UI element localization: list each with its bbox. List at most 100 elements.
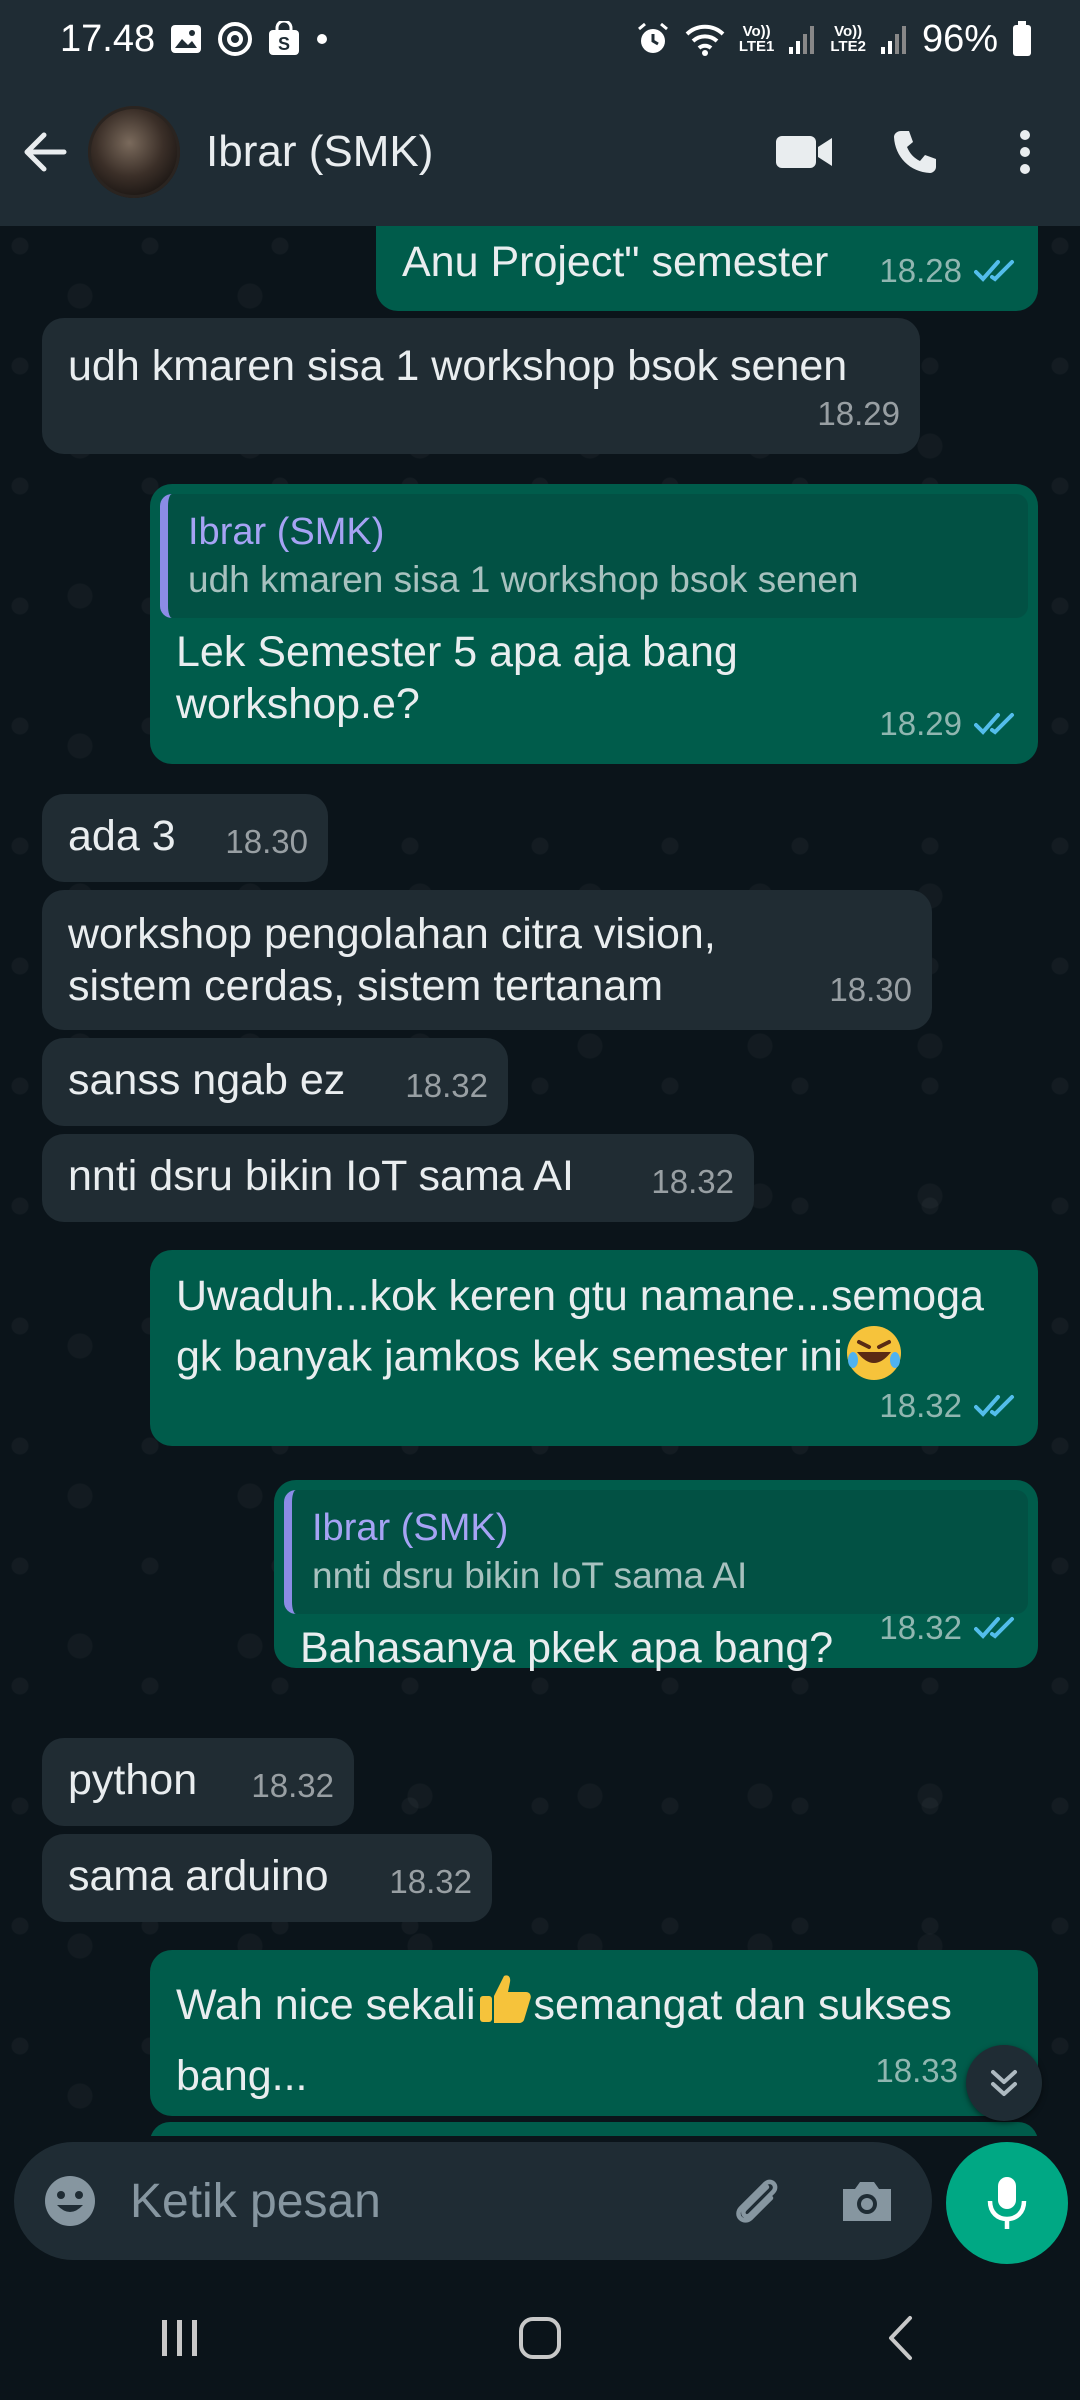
read-ticks-icon [974,1615,1018,1641]
message-meta: 18.32 [879,1602,1018,1654]
message-time: 18.32 [879,1609,962,1646]
voice-call-button[interactable] [860,102,970,202]
quoted-sender: Ibrar (SMK) [312,1507,509,1549]
status-bar-right: Vo)) LTE1 Vo)) LTE2 96% [635,18,1032,61]
recent-apps-icon [162,2320,197,2356]
status-time: 17.48 [60,17,156,60]
back-arrow-icon [24,132,67,172]
sync-notification-icon [217,21,253,57]
thumbs-up-emoji [476,1970,534,2045]
message-outgoing[interactable]: Wah nice sekali semangat dan sukses bang.… [150,1950,1038,2116]
svg-text:S: S [278,34,290,54]
message-outgoing-partial[interactable] [150,2122,1038,2136]
message-meta: 18.32 [405,1060,488,1112]
message-time: 18.32 [651,1163,734,1200]
contact-avatar[interactable] [88,106,180,198]
message-outgoing[interactable]: Anu Project" semester 18.28 [376,226,1038,311]
message-meta: 18.32 [389,1856,472,1908]
recent-apps-button[interactable] [110,2288,250,2388]
message-incoming[interactable]: udh kmaren sisa 1 workshop bsok senen 18… [42,318,920,454]
message-text: Uwaduh...kok keren gtu namane...semoga g… [176,1270,1012,1396]
paperclip-icon [736,2179,778,2223]
sim2-volte: Vo)) [834,23,863,40]
chat-header: Ibrar (SMK) [0,78,1080,226]
read-ticks-icon [974,1393,1018,1419]
camera-icon [843,2182,891,2221]
quoted-text: udh kmaren sisa 1 workshop bsok senen [188,559,859,600]
system-navigation-bar [0,2276,1080,2400]
signal-sim1-icon [788,23,816,55]
home-icon [519,2317,561,2359]
shop-notification-icon: S [267,21,301,57]
sim1-volte: Vo)) [742,23,771,40]
chat-messages[interactable]: Anu Project" semester 18.28 udh kmaren s… [0,226,1080,2136]
attach-button[interactable] [702,2151,812,2251]
quoted-message[interactable]: Ibrar (SMK) udh kmaren sisa 1 workshop b… [160,494,1028,618]
more-notifications-dot-icon [315,32,329,46]
microphone-icon [987,2177,1027,2229]
emoji-icon [45,2176,95,2226]
quoted-message[interactable]: Ibrar (SMK) nnti dsru bikin IoT sama AI [284,1490,1028,1614]
camera-button[interactable] [812,2151,922,2251]
message-text: workshop pengolahan citra vision, sistem… [68,910,716,1010]
status-bar-left: 17.48 S [60,18,329,61]
message-input[interactable]: Ketik pesan [130,2174,702,2229]
message-time: 18.29 [817,395,900,432]
message-meta: 18.33 [875,2040,958,2102]
message-meta: 18.29 [817,388,900,440]
read-ticks-icon [974,711,1018,737]
back-button[interactable] [2,102,88,202]
signal-sim2-icon [880,23,908,55]
message-outgoing-reply[interactable]: Ibrar (SMK) nnti dsru bikin IoT sama AI … [274,1480,1038,1672]
wifi-icon [685,22,725,56]
voice-message-button[interactable] [946,2142,1068,2264]
system-back-button[interactable] [830,2288,970,2388]
message-meta: 18.32 [879,1380,1018,1432]
system-back-icon [889,2316,912,2360]
message-meta: 18.29 [879,698,1018,750]
scroll-to-bottom-button[interactable] [966,2045,1042,2121]
quoted-sender: Ibrar (SMK) [188,511,385,553]
message-time: 18.28 [879,252,962,289]
home-button[interactable] [470,2288,610,2388]
message-incoming[interactable]: workshop pengolahan citra vision, sistem… [42,890,932,1030]
message-time: 18.32 [389,1863,472,1900]
message-time: 18.29 [879,705,962,742]
message-incoming[interactable]: nnti dsru bikin IoT sama AI 18.32 [42,1134,754,1222]
message-text: udh kmaren sisa 1 workshop bsok senen [68,342,848,390]
contact-name[interactable]: Ibrar (SMK) [206,127,750,177]
message-meta: 18.30 [225,816,308,868]
quoted-text: nnti dsru bikin IoT sama AI [312,1555,748,1596]
gallery-notification-icon [169,22,203,56]
message-meta: 18.30 [829,964,912,1016]
video-call-button[interactable] [750,102,860,202]
message-composer: Ketik pesan [14,2142,932,2260]
more-options-icon [1020,130,1030,174]
message-outgoing[interactable]: Uwaduh...kok keren gtu namane...semoga g… [150,1250,1038,1446]
sim1-network-label: Vo)) LTE1 [739,24,775,54]
message-outgoing-reply[interactable]: Ibrar (SMK) udh kmaren sisa 1 workshop b… [150,484,1038,764]
message-time: 18.30 [829,971,912,1008]
message-incoming[interactable]: ada 3 18.30 [42,794,328,882]
message-time: 18.30 [225,823,308,860]
message-incoming[interactable]: sanss ngab ez 18.32 [42,1038,508,1126]
double-chevron-down-icon [991,2070,1017,2096]
message-meta: 18.32 [651,1156,734,1208]
message-time: 18.32 [251,1767,334,1804]
message-text: Anu Project" semester [402,238,829,286]
message-meta: 18.28 [879,245,1018,297]
sim1-lte: LTE1 [738,38,775,55]
more-options-button[interactable] [970,102,1080,202]
voice-call-icon [894,131,936,173]
status-bar: 17.48 S Vo)) LTE1 Vo)) LTE2 96% [0,0,1080,78]
sim2-lte: LTE2 [830,38,866,55]
emoji-button[interactable] [20,2151,120,2251]
sim2-network-label: Vo)) LTE2 [830,24,866,54]
message-incoming[interactable]: sama arduino 18.32 [42,1834,492,1922]
message-incoming[interactable]: python 18.32 [42,1738,354,1826]
alarm-icon [635,21,671,57]
battery-icon [1012,21,1032,57]
read-ticks-icon [974,258,1018,284]
video-call-icon [776,136,832,168]
message-time: 18.33 [875,2052,958,2089]
